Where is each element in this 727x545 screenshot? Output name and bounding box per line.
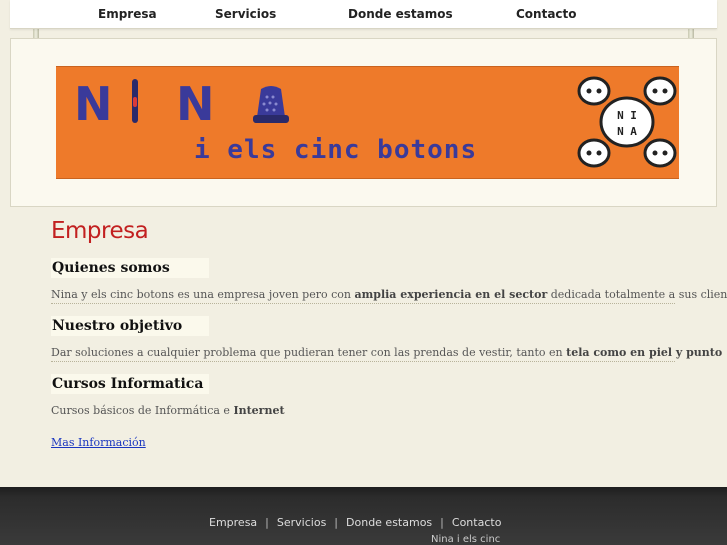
badge-top-text: N I bbox=[617, 109, 637, 122]
footer-link-contacto[interactable]: Contacto bbox=[452, 516, 502, 529]
section-cursos-informatica: Cursos Informatica Cursos básicos de Inf… bbox=[51, 374, 675, 419]
section-text-part: Cursos básicos de Informática e bbox=[51, 404, 234, 417]
section-text: Cursos básicos de Informática e Internet bbox=[51, 403, 675, 419]
section-heading: Quienes somos bbox=[51, 258, 209, 278]
section-text-bold: tela como en piel y punto bbox=[566, 346, 723, 359]
footer-separator: | bbox=[265, 516, 269, 529]
site-banner[interactable]: N N i els cinc botons N I N A bbox=[56, 66, 679, 179]
buttons-icon: N I N A bbox=[577, 76, 677, 168]
section-text-bold: Internet bbox=[233, 404, 285, 417]
footer-link-empresa[interactable]: Empresa bbox=[209, 516, 257, 529]
nav-item-donde-estamos[interactable]: Donde estamos bbox=[348, 7, 453, 21]
thimble-icon bbox=[253, 86, 289, 123]
footer-copyright: Nina i els cinc bbox=[431, 534, 501, 545]
section-text-part: Nina y els cinc botons es una empresa jo… bbox=[51, 288, 355, 301]
section-nuestro-objetivo: Nuestro objetivo Dar soluciones a cualqu… bbox=[51, 316, 722, 362]
nav-item-empresa[interactable]: Empresa bbox=[98, 7, 157, 21]
section-text-part: dedicada totalmente a sus clientes bbox=[547, 288, 727, 301]
needle-icon bbox=[132, 79, 138, 123]
top-navigation: Empresa Servicios Donde estamos Contacto bbox=[10, 0, 717, 29]
badge-bottom-text: N A bbox=[617, 125, 637, 138]
section-heading: Cursos Informatica bbox=[51, 374, 209, 394]
section-text-bold: amplia experiencia en el sector bbox=[354, 288, 548, 301]
footer-separator: | bbox=[440, 516, 444, 529]
section-text: Dar soluciones a cualquier problema que … bbox=[51, 345, 722, 362]
footer: Empresa | Servicios | Donde estamos | Contacto… bbox=[0, 487, 727, 545]
more-info-link[interactable]: Mas Información bbox=[51, 436, 146, 449]
logo-letter-n: N bbox=[74, 77, 115, 131]
footer-link-donde-estamos[interactable]: Donde estamos bbox=[346, 516, 432, 529]
section-text: Nina y els cinc botons es una empresa jo… bbox=[51, 287, 727, 304]
footer-navigation: Empresa | Servicios | Donde estamos | Contacto bbox=[209, 516, 501, 529]
footer-link-servicios[interactable]: Servicios bbox=[277, 516, 326, 529]
nav-item-servicios[interactable]: Servicios bbox=[215, 7, 276, 21]
section-heading: Nuestro objetivo bbox=[51, 316, 209, 336]
main-content: Empresa Quienes somos Nina y els cinc bo… bbox=[51, 218, 727, 450]
page-title: Empresa bbox=[51, 218, 149, 244]
logo-subtitle: i els cinc botons bbox=[194, 135, 478, 165]
header-panel: N N i els cinc botons N I N A bbox=[10, 38, 717, 207]
nav-item-contacto[interactable]: Contacto bbox=[516, 7, 577, 21]
section-text-part: Dar soluciones a cualquier problema que … bbox=[51, 346, 567, 359]
section-quienes-somos: Quienes somos Nina y els cinc botons es … bbox=[51, 258, 727, 304]
footer-separator: | bbox=[334, 516, 339, 529]
logo-letter-n: N bbox=[176, 77, 217, 131]
